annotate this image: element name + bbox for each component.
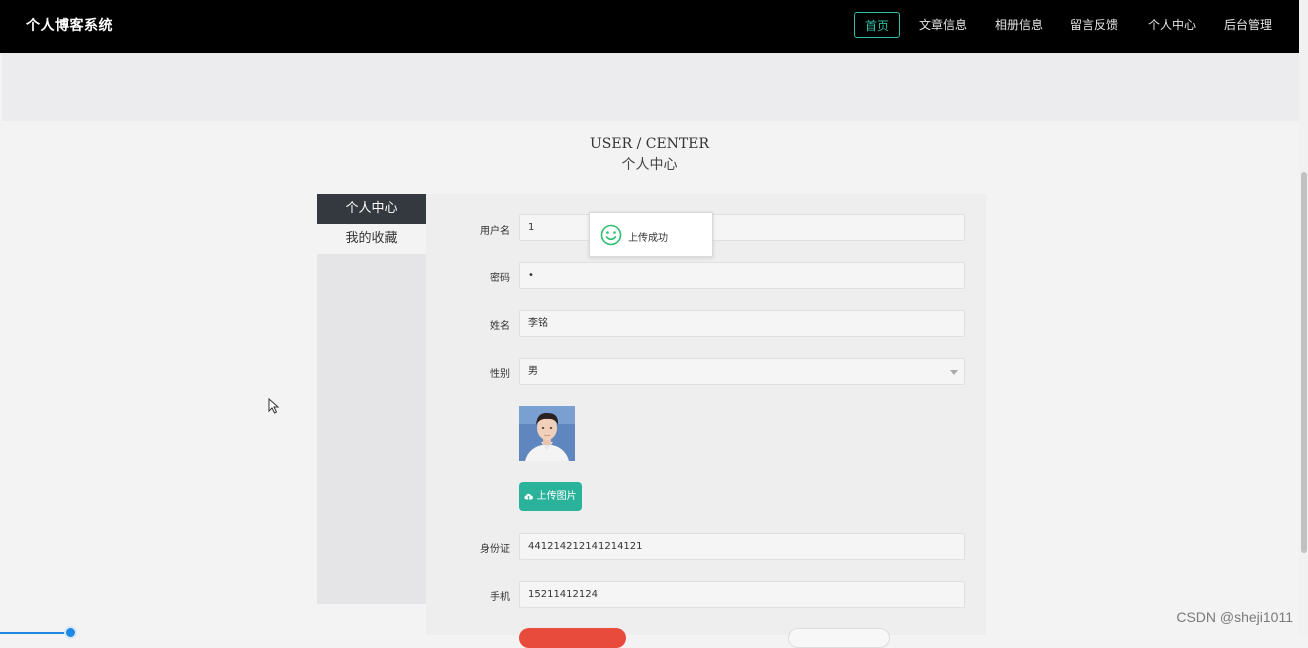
banner [2, 53, 1299, 121]
page-title-zh: 个人中心 [621, 157, 678, 173]
nav-home[interactable]: 首页 [854, 12, 900, 38]
idcard-label: 身份证 [480, 544, 510, 555]
username-label: 用户名 [480, 226, 510, 237]
cloud-upload-icon [524, 491, 536, 502]
password-field[interactable]: • [519, 262, 965, 289]
scrollbar-thumb[interactable] [1301, 172, 1307, 553]
avatar-image [519, 406, 575, 461]
toast-message: 上传成功 [628, 233, 668, 244]
nav-admin[interactable]: 后台管理 [1219, 12, 1277, 38]
name-label: 姓名 [490, 321, 510, 332]
phone-field[interactable]: 15211412124 [519, 581, 965, 608]
nav-user-center[interactable]: 个人中心 [1143, 12, 1201, 38]
username-field[interactable]: 1 [519, 214, 965, 241]
logout-button[interactable] [788, 628, 890, 648]
profile-panel [426, 194, 986, 635]
nav-articles[interactable]: 文章信息 [914, 12, 972, 38]
update-button[interactable] [519, 628, 626, 648]
chevron-down-icon [950, 370, 958, 375]
upload-image-button[interactable]: 上传图片 [519, 482, 582, 511]
top-navbar: 个人博客系统 首页 文章信息 相册信息 留言反馈 个人中心 后台管理 [0, 0, 1299, 53]
mouse-cursor-icon [268, 397, 280, 418]
progress-line [0, 632, 71, 634]
gender-value: 男 [528, 366, 538, 377]
sidebar: 个人中心 我的收藏 [317, 194, 426, 604]
gender-label: 性别 [490, 369, 510, 380]
sidebar-item-favorites[interactable]: 我的收藏 [317, 224, 426, 254]
csdn-watermark: CSDN @sheji1011 [1176, 609, 1293, 625]
progress-handle[interactable] [64, 626, 77, 639]
smile-icon [600, 224, 622, 250]
nav-albums[interactable]: 相册信息 [990, 12, 1048, 38]
site-brand[interactable]: 个人博客系统 [26, 15, 113, 35]
idcard-field[interactable]: 441214212141214121 [519, 533, 965, 560]
nav-feedback[interactable]: 留言反馈 [1065, 12, 1123, 38]
page-title-en: USER / CENTER [589, 136, 710, 152]
name-field[interactable]: 李铭 [519, 310, 965, 337]
sidebar-item-user-center[interactable]: 个人中心 [317, 194, 426, 224]
toast-notification: 上传成功 [589, 212, 713, 257]
phone-label: 手机 [490, 592, 510, 603]
password-label: 密码 [490, 273, 510, 284]
upload-button-label: 上传图片 [536, 491, 577, 502]
gender-select[interactable]: 男 [519, 358, 965, 385]
